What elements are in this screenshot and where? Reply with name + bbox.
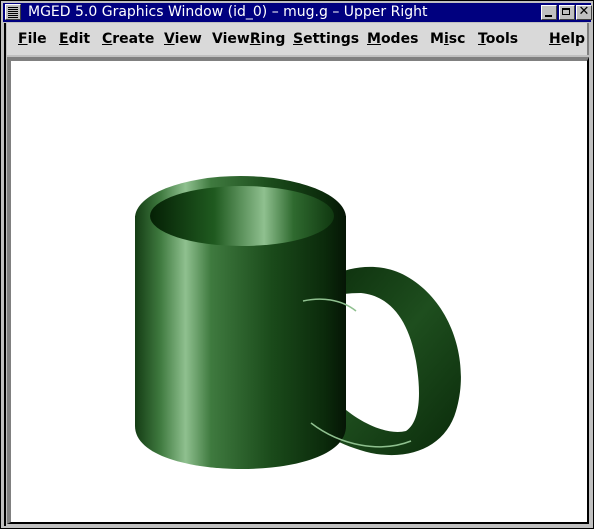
menu-mnemonic: M [367, 31, 381, 47]
menu-misc[interactable]: Misc [430, 31, 465, 48]
menu-mnemonic: R [249, 31, 261, 47]
menu-settings[interactable]: Settings [293, 31, 359, 48]
title-bar[interactable]: MGED 5.0 Graphics Window (id_0) – mug.g … [3, 3, 592, 22]
menu-view[interactable]: View [164, 31, 202, 48]
close-button[interactable]: ✕ [576, 4, 592, 20]
menu-tools[interactable]: Tools [478, 31, 518, 48]
menu-mnemonic: V [164, 31, 175, 47]
menu-viewring[interactable]: ViewRing [212, 31, 285, 48]
menu-mnemonic: i [443, 31, 449, 47]
maximize-icon [562, 8, 570, 15]
menu-file[interactable]: File [18, 31, 47, 48]
menu-mnemonic: F [18, 31, 28, 47]
minimize-icon [545, 15, 552, 17]
window-border [4, 23, 6, 526]
menu-help[interactable]: Help [549, 31, 585, 48]
menu-mnemonic: T [478, 31, 486, 47]
maximize-button[interactable] [559, 5, 575, 20]
menu-mnemonic: S [293, 31, 304, 47]
window-title: MGED 5.0 Graphics Window (id_0) – mug.g … [28, 4, 428, 20]
minimize-button[interactable] [541, 5, 557, 20]
graphics-canvas-frame [7, 57, 589, 524]
menu-bar: File Edit Create View ViewRing Settings … [7, 23, 589, 55]
mug-interior [150, 186, 334, 246]
menu-mnemonic: C [102, 31, 113, 47]
menu-mnemonic: H [549, 31, 561, 47]
menu-modes[interactable]: Modes [367, 31, 418, 48]
graphics-canvas[interactable] [11, 61, 587, 522]
close-icon: ✕ [578, 4, 590, 19]
window-menu-icon[interactable] [5, 4, 21, 20]
menu-mnemonic: E [59, 31, 69, 47]
menu-create[interactable]: Create [102, 31, 154, 48]
menu-edit[interactable]: Edit [59, 31, 90, 48]
mged-graphics-window: MGED 5.0 Graphics Window (id_0) – mug.g … [0, 0, 594, 529]
